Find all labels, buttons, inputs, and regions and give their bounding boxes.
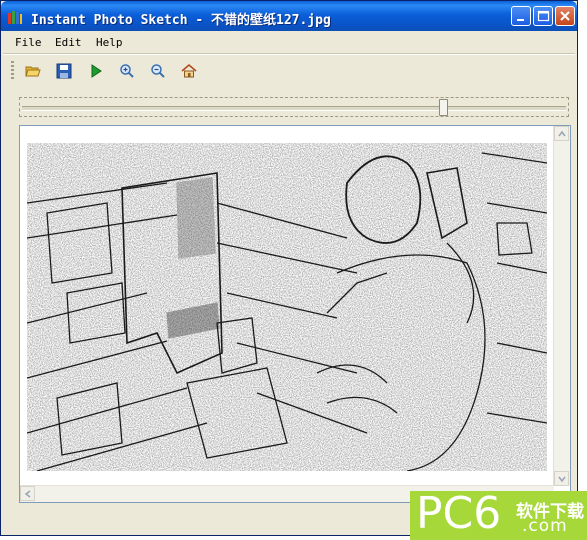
site-watermark: PC6 软件下载 .com [410, 488, 587, 540]
menu-divider [3, 53, 575, 55]
close-button[interactable] [555, 6, 575, 26]
watermark-domain: .com [522, 516, 568, 536]
menu-edit[interactable]: Edit [55, 36, 82, 49]
menu-help[interactable]: Help [96, 36, 123, 49]
close-icon [560, 11, 570, 21]
app-icon [7, 9, 23, 25]
play-icon [91, 64, 102, 78]
menu-bar: File Edit Help [1, 32, 577, 52]
zoom-out-button[interactable] [148, 61, 168, 81]
open-button[interactable] [23, 61, 43, 81]
save-icon [56, 63, 72, 79]
sketch-slider[interactable] [19, 97, 569, 117]
app-window: Instant Photo Sketch - 不错的壁纸127.jpg File… [0, 0, 578, 536]
maximize-button[interactable] [533, 6, 553, 26]
scroll-up-button[interactable] [554, 126, 569, 141]
run-button[interactable] [86, 61, 106, 81]
arrow-left-icon [24, 490, 31, 498]
arrow-down-icon [558, 476, 566, 483]
home-button[interactable] [179, 61, 199, 81]
scroll-down-button[interactable] [554, 471, 569, 486]
slider-thumb[interactable] [439, 99, 449, 116]
minimize-button[interactable] [511, 6, 531, 26]
title-bar[interactable]: Instant Photo Sketch - 不错的壁纸127.jpg [1, 1, 577, 31]
slider-track [22, 106, 566, 111]
home-icon [181, 63, 197, 78]
window-title: Instant Photo Sketch - 不错的壁纸127.jpg [31, 13, 331, 28]
vertical-scrollbar[interactable] [553, 126, 570, 486]
watermark-brand: PC6 [416, 488, 502, 539]
sketch-picture [27, 143, 547, 471]
arrow-up-icon [558, 130, 566, 137]
image-view [19, 125, 571, 503]
sketch-image [27, 143, 547, 471]
zoom-in-icon [120, 64, 134, 78]
save-button[interactable] [54, 61, 74, 81]
toolbar-grip[interactable] [11, 61, 14, 81]
toolbar [1, 57, 577, 85]
menu-file[interactable]: File [15, 36, 42, 49]
scroll-left-button[interactable] [20, 486, 35, 501]
maximize-icon [537, 10, 550, 22]
zoom-out-icon [151, 64, 165, 78]
minimize-icon [517, 19, 524, 21]
zoom-in-button[interactable] [117, 61, 137, 81]
open-folder-icon [25, 66, 41, 77]
